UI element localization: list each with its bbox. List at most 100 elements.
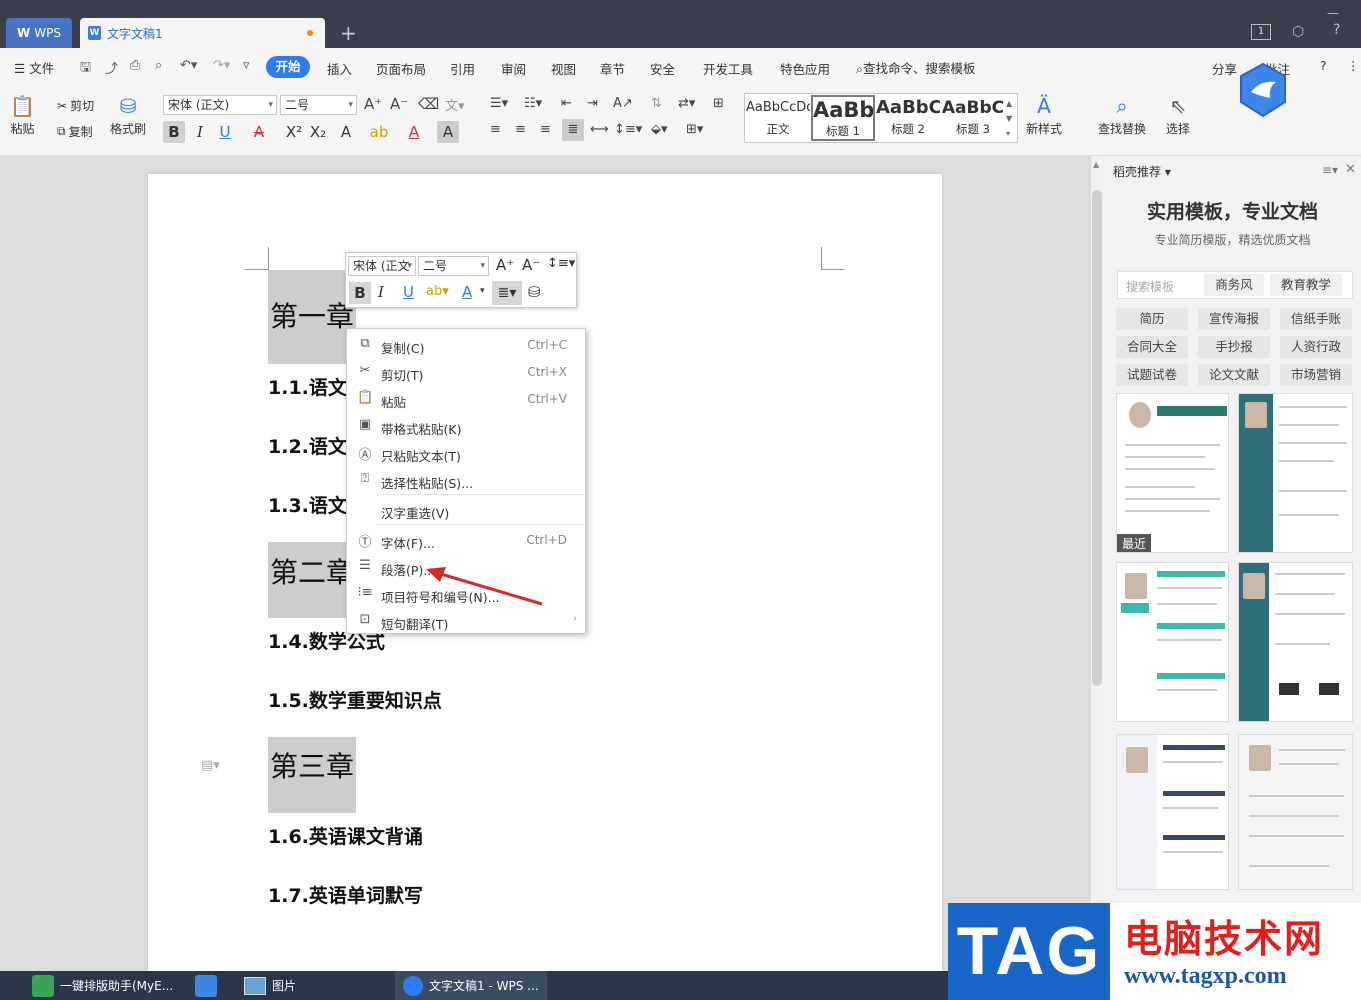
ctx-paste-special[interactable]: ⍰ 选择性粘贴(S)... bbox=[347, 466, 585, 493]
template-thumbnail[interactable] bbox=[1116, 734, 1229, 890]
tag-contracts[interactable]: 合同大全 bbox=[1116, 336, 1188, 358]
mini-format-painter-icon[interactable]: ⛁ bbox=[528, 283, 541, 301]
export-icon[interactable]: ⤴ bbox=[105, 58, 118, 77]
numbering-icon[interactable]: ☷▾ bbox=[524, 96, 542, 111]
document-tab[interactable]: W 文字文稿1 bbox=[80, 18, 325, 48]
mini-italic-button[interactable]: I bbox=[378, 283, 384, 301]
section-heading[interactable]: 1.1.语文 bbox=[268, 373, 347, 400]
highlight-button[interactable]: ab bbox=[368, 121, 390, 143]
sidebar-close-icon[interactable]: ✕ bbox=[1345, 162, 1356, 177]
menu-tab-developer[interactable]: 开发工具 bbox=[703, 59, 753, 78]
assistant-bird-icon[interactable] bbox=[1238, 62, 1288, 118]
italic-button[interactable]: I bbox=[189, 121, 211, 143]
bullets-icon[interactable]: ☰▾ bbox=[490, 96, 508, 111]
search-tag-business[interactable]: 商务风 bbox=[1204, 274, 1264, 296]
align-center-icon[interactable]: ≡ bbox=[515, 122, 526, 137]
scroll-up-icon[interactable]: ▲ bbox=[1093, 160, 1099, 169]
mini-bold-button[interactable]: B bbox=[349, 282, 371, 304]
subscript-button[interactable]: X₂ bbox=[307, 121, 329, 143]
tag-poster[interactable]: 宣传海报 bbox=[1198, 308, 1270, 330]
text-direction-icon[interactable]: A↗ bbox=[613, 96, 633, 111]
font-color-button[interactable]: A bbox=[403, 121, 425, 143]
ctx-hanzi-reselect[interactable]: 汉字重选(V) bbox=[347, 496, 585, 523]
mini-shrink-font-icon[interactable]: A⁻ bbox=[522, 256, 540, 274]
template-thumbnail[interactable] bbox=[1238, 393, 1353, 553]
customize-icon[interactable]: ▿ bbox=[243, 58, 250, 73]
share-button[interactable]: 分享 bbox=[1212, 59, 1237, 78]
section-heading[interactable]: 1.6.英语课文背诵 bbox=[268, 822, 423, 849]
print-icon[interactable]: ⎙ bbox=[130, 58, 140, 73]
menu-tab-chapter[interactable]: 章节 bbox=[600, 59, 625, 78]
chapter-heading-3[interactable]: 第三章 bbox=[268, 737, 357, 813]
format-painter-button[interactable]: ⛁ 格式刷 bbox=[110, 92, 146, 137]
style-normal[interactable]: AaBbCcDd 正文 bbox=[746, 95, 810, 141]
line-spacing-icon[interactable]: ↕≡▾ bbox=[614, 122, 642, 137]
font-size-select[interactable]: 二号 bbox=[280, 95, 357, 115]
menu-tab-review[interactable]: 审阅 bbox=[501, 59, 526, 78]
decrease-indent-icon[interactable]: ⇤ bbox=[561, 96, 572, 111]
shrink-font-icon[interactable]: A⁻ bbox=[390, 95, 408, 113]
new-tab-button[interactable]: + bbox=[340, 20, 357, 46]
wps-home-tab[interactable]: W WPS bbox=[6, 18, 72, 48]
tag-handwritten[interactable]: 手抄报 bbox=[1198, 336, 1270, 358]
tag-exams[interactable]: 试题试卷 bbox=[1116, 364, 1188, 386]
undo-icon[interactable]: ↶▾ bbox=[180, 58, 197, 73]
chapter-heading-1[interactable]: 第一章 bbox=[268, 270, 357, 364]
file-menu[interactable]: ☰ 文件 bbox=[14, 58, 54, 77]
bold-button[interactable]: B bbox=[163, 121, 185, 143]
style-scroll-icon[interactable]: ▲ ▼ ▾ bbox=[1006, 96, 1012, 141]
sidebar-header[interactable]: 稻壳推荐 ▾ bbox=[1113, 163, 1171, 180]
template-thumbnail[interactable] bbox=[1238, 734, 1353, 890]
ctx-copy[interactable]: ⧉ 复制(C) Ctrl+C bbox=[347, 331, 585, 358]
paste-button[interactable]: 📋 粘贴 bbox=[10, 92, 35, 137]
section-heading[interactable]: 1.2.语文 bbox=[268, 432, 347, 459]
mini-size-select[interactable]: 二号 bbox=[418, 256, 489, 276]
section-heading[interactable]: 1.5.数学重要知识点 bbox=[268, 686, 442, 713]
mini-grow-font-icon[interactable]: A⁺ bbox=[496, 256, 514, 274]
skin-icon[interactable]: ⬡ bbox=[1292, 24, 1304, 40]
search-tag-education[interactable]: 教育教学 bbox=[1270, 274, 1342, 296]
underline-button[interactable]: U bbox=[214, 121, 236, 143]
show-marks-icon[interactable]: ⇄▾ bbox=[678, 96, 695, 111]
select-button[interactable]: ⇖ 选择 bbox=[1166, 92, 1190, 137]
ctx-cut[interactable]: ✂ 剪切(T) Ctrl+X bbox=[347, 358, 585, 385]
paragraph-handle-icon[interactable]: ▤▾ bbox=[201, 758, 220, 773]
tag-resume[interactable]: 简历 bbox=[1116, 308, 1188, 330]
grow-font-icon[interactable]: A⁺ bbox=[364, 95, 382, 113]
mini-font-select[interactable]: 宋体 (正文 bbox=[348, 256, 416, 276]
scrollbar-thumb[interactable] bbox=[1092, 190, 1102, 686]
help-menu-icon[interactable]: ? bbox=[1320, 58, 1327, 73]
preview-icon[interactable]: ⌕ bbox=[155, 58, 162, 73]
taskbar-item-wps[interactable]: 文字文稿1 - WPS ... bbox=[395, 971, 547, 1000]
char-shading-button[interactable]: A bbox=[437, 121, 459, 143]
tag-papers[interactable]: 论文文献 bbox=[1198, 364, 1270, 386]
distribute-icon[interactable]: ⟷ bbox=[590, 122, 609, 137]
section-heading[interactable]: 1.7.英语单词默写 bbox=[268, 881, 423, 908]
tag-stationery[interactable]: 信纸手账 bbox=[1280, 308, 1352, 330]
borders-icon[interactable]: ⊞▾ bbox=[686, 122, 703, 137]
ctx-font[interactable]: Ⓣ 字体(F)... Ctrl+D bbox=[347, 526, 585, 553]
sidebar-menu-icon[interactable]: ≡▾ bbox=[1322, 163, 1338, 177]
window-count-badge[interactable]: 1 bbox=[1251, 24, 1271, 40]
template-thumbnail[interactable] bbox=[1238, 562, 1353, 722]
taskbar-item-images[interactable]: 图片 bbox=[244, 971, 296, 1000]
align-left-icon[interactable]: ≡ bbox=[490, 122, 501, 137]
template-search-input[interactable]: 搜索模板 bbox=[1126, 278, 1174, 295]
ctx-paste-format[interactable]: ▣ 带格式粘贴(K) bbox=[347, 412, 585, 439]
text-effect-button[interactable]: A bbox=[335, 121, 357, 143]
more-menu-icon[interactable]: ⋮ bbox=[1347, 58, 1360, 73]
clear-format-icon[interactable]: ⌫ bbox=[418, 95, 439, 113]
menu-tab-references[interactable]: 引用 bbox=[450, 59, 475, 78]
section-heading[interactable]: 1.3.语文 bbox=[268, 491, 347, 518]
tag-hr[interactable]: 人资行政 bbox=[1280, 336, 1352, 358]
cut-button[interactable]: ✂ 剪切 bbox=[57, 97, 94, 114]
mini-font-color-dropdown-icon[interactable]: ▾ bbox=[480, 286, 485, 296]
style-heading3[interactable]: AaBbC 标题 3 bbox=[941, 95, 1005, 141]
style-heading2[interactable]: AaBbC 标题 2 bbox=[876, 95, 940, 141]
menu-tab-view[interactable]: 视图 bbox=[551, 59, 576, 78]
mini-line-spacing-icon[interactable]: ↕≡▾ bbox=[547, 256, 575, 271]
taskbar-item-bird[interactable] bbox=[195, 971, 217, 1000]
grid-icon[interactable]: ⊞ bbox=[713, 96, 724, 111]
menu-tab-layout[interactable]: 页面布局 bbox=[376, 59, 426, 78]
template-thumbnail[interactable]: 最近 bbox=[1116, 393, 1229, 553]
